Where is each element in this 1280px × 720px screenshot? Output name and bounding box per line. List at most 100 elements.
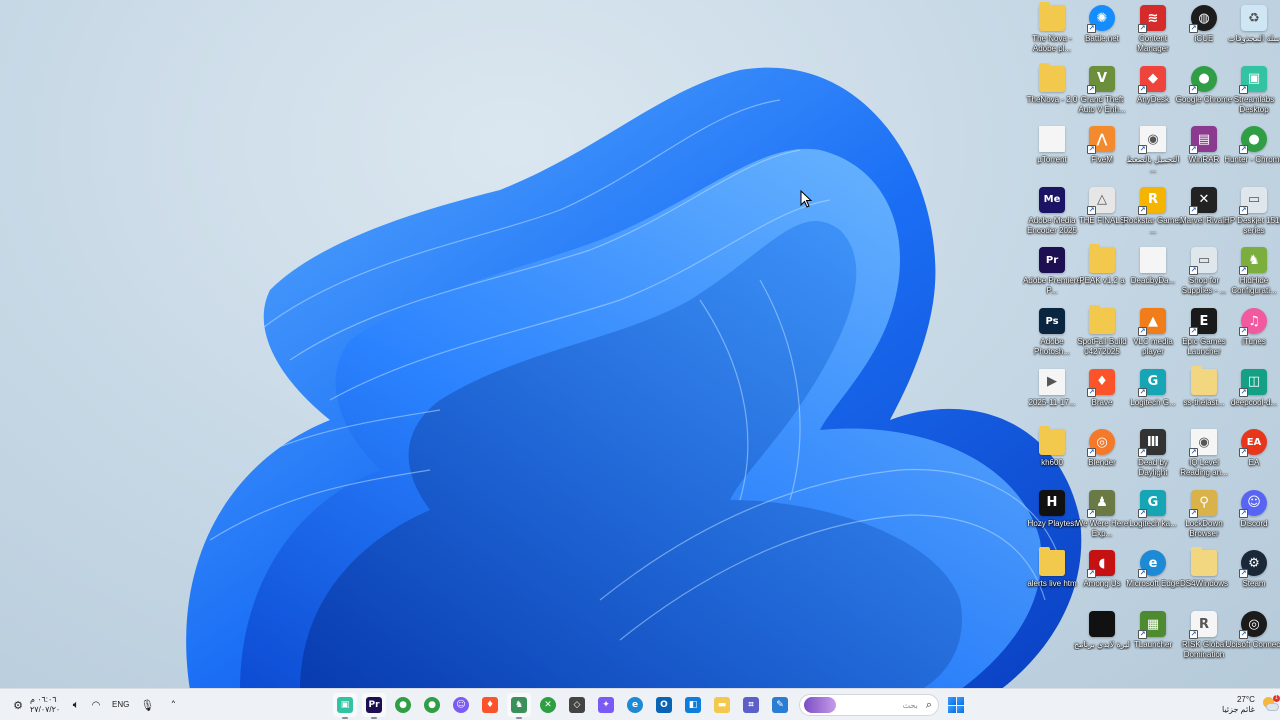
desktop-icon[interactable]: ▶ 2025-11-17... [1024,364,1080,424]
desktop-icon[interactable]: DeadbyDa... [1125,242,1181,302]
desktop-icon[interactable]: R ↗ RISK Global Domination [1176,606,1232,666]
desktop-icon[interactable]: ss-thelast... [1176,364,1232,424]
shortcut-arrow-icon: ↗ [1138,448,1147,458]
desktop-icon-image: G ↗ [1138,489,1166,518]
taskbar-chrome-profile-button[interactable]: ● [420,693,444,717]
taskbar-chrome-button[interactable]: ● [391,693,415,717]
taskbar-mspaint-button[interactable]: ✎ [768,693,792,717]
desktop-icon[interactable]: EA ↗ EA [1226,424,1280,484]
desktop-icon[interactable]: E ↗ Epic Games Launcher [1176,303,1232,363]
desktop-icon[interactable]: ليرة لابدي برنامج [1074,606,1130,666]
unity-hub-icon: ◇ [569,697,585,713]
desktop-icon[interactable]: Pr Adobe Premiere P... [1023,242,1081,302]
desktop-icon[interactable]: ⚲ ↗ LockDown Browser [1176,485,1232,545]
desktop-icon[interactable]: PEAK v1.2 a [1074,242,1130,302]
icon-glyph: V [1096,71,1108,87]
desktop-icon[interactable]: ♟ ↗ We Were Here Exp... [1074,485,1130,545]
taskbar-unity-hub-button[interactable]: ◇ [565,693,589,717]
taskbar-brave-button[interactable]: ♦ [478,693,502,717]
taskbar-outlook-button[interactable]: O [652,693,676,717]
shortcut-arrow-icon: ↗ [1138,327,1147,336]
desktop-icon[interactable]: ≋ ↗ Content Manager [1125,0,1181,60]
microphone-icon[interactable]: 🎙︎ [139,699,155,712]
shortcut-arrow-icon: ↗ [1239,327,1248,336]
desktop-icon[interactable]: G ↗ Logitech G... [1125,364,1181,424]
desktop-icon-image: ◎ ↗ [1239,611,1267,639]
icon-glyph: R [1198,616,1209,632]
desktop-icon[interactable]: e ↗ Microsoft Edge [1125,545,1181,605]
desktop-icon[interactable]: ⚙ ↗ Steam [1226,545,1280,605]
icon-glyph: ✺ [1096,10,1108,26]
desktop-icon[interactable]: ◫ ↗ deepcool-d... [1226,364,1280,424]
weather-temp: 27°C [1236,695,1255,704]
taskbar-microsoft-store-button[interactable]: ◧ [681,693,705,717]
desktop-icon[interactable]: ◎ ↗ Ubisoft Connect [1226,606,1280,666]
desktop-icon[interactable]: ♞ ↗ HidHide Configurati... [1226,242,1280,302]
desktop-icon-image: ▭ ↗ [1189,247,1217,276]
taskbar-premiere-pro-button[interactable]: Pr [362,693,386,719]
icon-glyph: ◖ [1098,555,1106,571]
taskbar-copilot-button[interactable]: ✦ [594,693,618,717]
desktop-icon[interactable]: Me Adobe Media Encoder 2025 [1024,182,1080,242]
shortcut-arrow-icon: ↗ [1087,448,1096,458]
desktop-icon-image: △ ↗ [1087,186,1115,215]
desktop-icon[interactable]: ◖ ↗ Among Us [1074,545,1130,605]
chevron-up-icon[interactable]: ˄ [165,699,181,712]
shortcut-arrow-icon: ↗ [1239,145,1248,155]
taskbar-file-explorer-button[interactable]: ▬ [710,693,734,717]
taskbar-xbox-button[interactable]: ✕ [536,693,560,717]
desktop-icon[interactable]: V ↗ Grand Theft Auto V Enh... [1074,61,1130,121]
weather-widget[interactable]: 27°C غائم جزئيا 1 [1222,689,1280,720]
desktop-icon[interactable]: ☺ ↗ Discord [1226,485,1280,545]
desktop-icon-label: iTunes [1242,337,1266,346]
desktop-icon[interactable]: △ ↗ THE FINALS [1074,182,1130,242]
taskbar-discord-button[interactable]: ☺ [449,693,473,717]
start-button[interactable] [944,693,968,717]
language-indicator[interactable]: ENG [112,700,129,710]
desktop-icon[interactable]: R ↗ Rockstar Games ... [1123,182,1183,242]
settings-gear-icon[interactable]: ⚙ [10,699,26,712]
desktop-icon[interactable]: ◉ ↗ IQ Level Reading an... [1176,424,1232,484]
desktop-icon[interactable]: Ⅲ ↗ Dead by Daylight [1125,424,1181,484]
icon-glyph: ▭ [1197,252,1211,268]
desktop-icon[interactable]: ⋀ ↗ FiveM [1074,121,1130,181]
desktop-icon[interactable]: µTorrent [1024,121,1080,181]
desktop-icon[interactable]: ▲ ↗ VLC media player [1125,303,1181,363]
desktop-icon[interactable]: ▦ ↗ TLauncher [1125,606,1181,666]
desktop-icon[interactable]: ▤ ↗ WinRAR [1176,121,1232,181]
desktop-icon[interactable]: ♫ ↗ iTunes [1226,303,1280,363]
desktop-icon[interactable]: alerts live htm [1024,545,1080,605]
brave-icon: ♦ [482,697,498,713]
wifi-icon[interactable]: ◠ [88,700,104,711]
desktop-icon[interactable]: SpotFall Build 04272025 [1074,303,1130,363]
desktop-icon[interactable]: ▭ ↗ HP Deskjet 1510 series [1224,182,1280,242]
icon-glyph: G [1147,374,1159,390]
taskbar-hidhide-button[interactable]: ♞ [507,693,531,719]
desktop-icon[interactable]: The Nova - Adobe pl... [1024,0,1080,60]
desktop-icon-image [1140,247,1166,274]
shortcut-arrow-icon: ↗ [1239,387,1248,397]
icon-glyph: ▶ [1047,374,1057,390]
desktop-icon[interactable]: ♦ ↗ Brave [1074,364,1130,424]
desktop-icon[interactable]: ♻ سلة المحذوفات [1226,0,1280,60]
shortcut-arrow-icon: ↗ [1239,508,1248,518]
desktop-icon[interactable]: DS4Windows [1176,545,1232,605]
desktop-icon[interactable]: ◉ ↗ التحميل بالضغط ... [1125,121,1181,181]
shortcut-arrow-icon: ↗ [1138,24,1147,33]
clock[interactable]: ٠٦:٠٦ م ٢٧/٠٧/٢٠ [30,695,64,715]
desktop-icon[interactable]: ▣ ↗ Streamlabs Desktop [1226,61,1280,121]
shortcut-arrow-icon: ↗ [1239,630,1248,639]
desktop-icon[interactable]: G ↗ Logitech ka... [1125,485,1181,545]
desktop-icon[interactable]: kh600 [1024,424,1080,484]
taskbar-search-box[interactable]: بحث ⌕ [799,694,939,716]
desktop-icon[interactable]: ◍ ↗ iCUE [1176,0,1232,60]
desktop-icon[interactable]: ✺ ↗ Battle.net [1074,0,1130,60]
taskbar-edge-button[interactable]: e [623,693,647,717]
desktop-icon[interactable]: ◆ ↗ AnyDesk [1125,61,1181,121]
taskbar-snipping-tool-button[interactable]: ⌗ [739,693,763,717]
desktop-icon[interactable]: ● ↗ Hunter - Chrome [1224,121,1280,181]
desktop-icon-image: Ⅲ ↗ [1138,429,1166,458]
desktop-icon[interactable]: ◎ ↗ Blender [1074,424,1130,484]
volume-icon[interactable]: 🔈︎ [68,698,84,712]
taskbar-streamlabs-button[interactable]: ▣ [333,693,357,719]
